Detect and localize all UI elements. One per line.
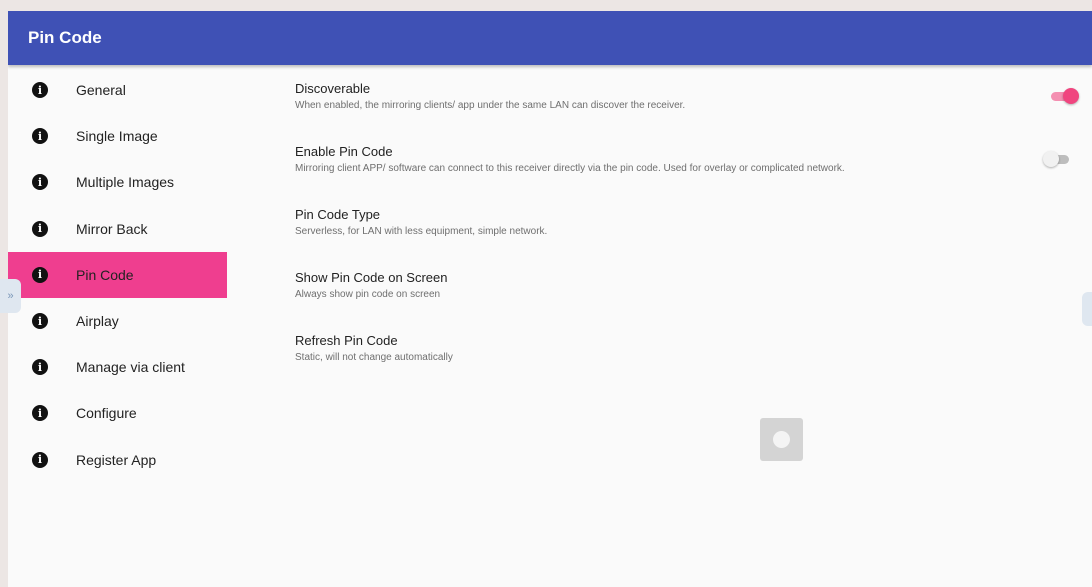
info-icon: i xyxy=(32,266,48,283)
info-icon: i xyxy=(32,82,48,99)
sidebar-item-general[interactable]: i General xyxy=(8,67,227,113)
info-icon: i xyxy=(32,174,48,191)
info-icon: i xyxy=(32,451,48,468)
sidebar-item-label: Configure xyxy=(76,405,137,422)
info-icon: i xyxy=(32,128,48,145)
app-window: Pin Code i General i Single Image i Mult… xyxy=(8,11,1092,587)
info-icon: i xyxy=(32,313,48,330)
setting-discoverable[interactable]: Discoverable When enabled, the mirroring… xyxy=(295,81,685,111)
sidebar-item-label: General xyxy=(76,82,126,99)
sidebar-item-manage-via-client[interactable]: i Manage via client xyxy=(8,344,227,390)
sidebar: i General i Single Image i Multiple Imag… xyxy=(8,67,227,483)
setting-description: Always show pin code on screen xyxy=(295,289,441,300)
expand-icon[interactable]: » xyxy=(0,279,21,313)
setting-show-pin-code-on-screen[interactable]: Show Pin Code on Screen Always show pin … xyxy=(295,270,447,300)
info-icon: i xyxy=(32,220,48,237)
sidebar-item-pin-code[interactable]: i Pin Code xyxy=(8,251,227,298)
setting-refresh-pin-code[interactable]: Refresh Pin Code Static, will not change… xyxy=(295,333,453,363)
sidebar-item-register-app[interactable]: i Register App xyxy=(8,437,227,483)
enable-pin-code-toggle[interactable] xyxy=(1043,150,1073,168)
sidebar-item-label: Manage via client xyxy=(76,359,185,376)
setting-title: Pin Code Type xyxy=(295,207,381,222)
setting-title: Refresh Pin Code xyxy=(295,333,398,348)
floating-action-button[interactable] xyxy=(760,418,803,461)
discoverable-toggle[interactable] xyxy=(1051,87,1079,105)
sidebar-item-airplay[interactable]: i Airplay xyxy=(8,298,227,344)
sidebar-item-mirror-back[interactable]: i Mirror Back xyxy=(8,206,227,252)
app-bar: Pin Code xyxy=(8,11,1092,65)
sidebar-item-label: Multiple Images xyxy=(76,174,175,191)
sidebar-item-label: Airplay xyxy=(76,313,119,330)
setting-description: When enabled, the mirroring clients/ app… xyxy=(295,100,686,111)
right-edge-handle[interactable] xyxy=(1082,292,1092,326)
setting-pin-code-type[interactable]: Pin Code Type Serverless, for LAN with l… xyxy=(295,207,547,237)
setting-title: Discoverable xyxy=(295,81,371,96)
info-icon: i xyxy=(32,359,48,376)
setting-description: Serverless, for LAN with less equipment,… xyxy=(295,226,548,237)
sidebar-item-configure[interactable]: i Configure xyxy=(8,390,227,436)
info-icon: i xyxy=(32,405,48,422)
setting-title: Show Pin Code on Screen xyxy=(295,270,448,285)
setting-enable-pin-code[interactable]: Enable Pin Code Mirroring client APP/ so… xyxy=(295,144,845,174)
sidebar-item-label: Single Image xyxy=(76,128,158,145)
sidebar-item-multiple-images[interactable]: i Multiple Images xyxy=(8,159,227,205)
sidebar-item-label: Mirror Back xyxy=(76,220,148,237)
setting-description: Static, will not change automatically xyxy=(295,352,453,363)
sidebar-item-single-image[interactable]: i Single Image xyxy=(8,113,227,159)
sidebar-item-label: Pin Code xyxy=(76,266,134,283)
toggle-thumb xyxy=(1043,151,1059,167)
setting-title: Enable Pin Code xyxy=(295,144,393,159)
page-title: Pin Code xyxy=(28,28,102,47)
circle-icon xyxy=(773,431,790,448)
toggle-thumb xyxy=(1063,88,1079,104)
setting-description: Mirroring client APP/ software can conne… xyxy=(295,163,845,174)
sidebar-item-label: Register App xyxy=(76,451,157,468)
